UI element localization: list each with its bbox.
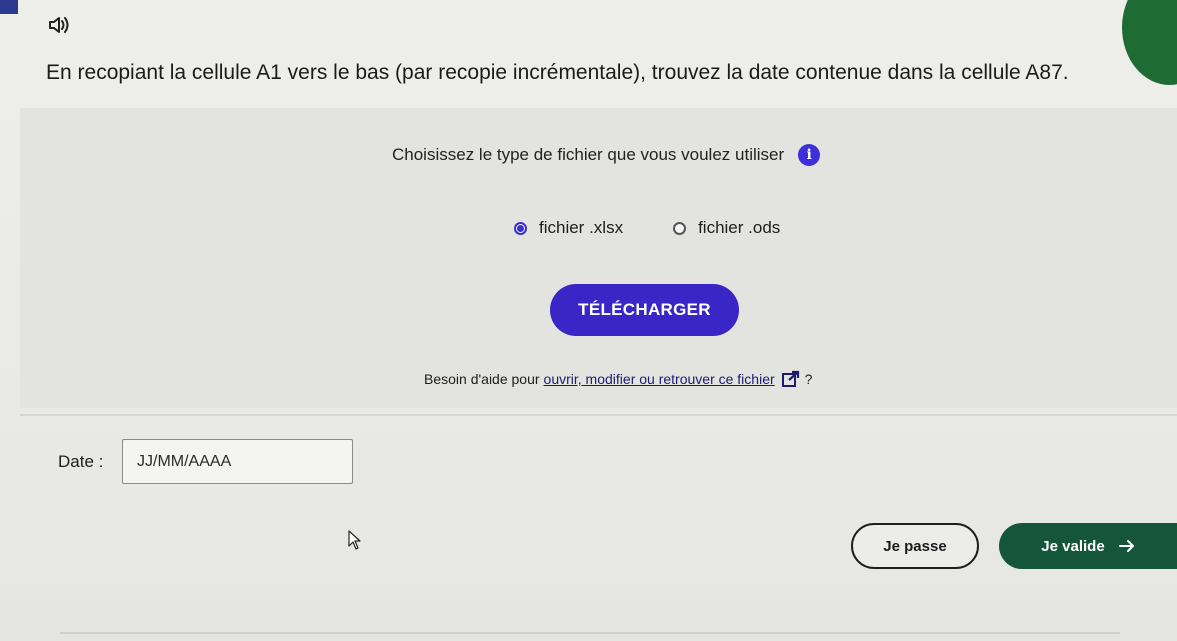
mouse-cursor-icon xyxy=(348,530,361,550)
date-input[interactable] xyxy=(122,439,353,484)
help-link[interactable]: ouvrir, modifier ou retrouver ce fichier xyxy=(544,371,775,387)
validate-button-label: Je valide xyxy=(1041,537,1105,555)
radio-label-xlsx: fichier .xlsx xyxy=(539,218,624,237)
speaker-icon[interactable] xyxy=(46,14,72,36)
bottom-divider xyxy=(60,632,1120,634)
radio-button-xlsx[interactable] xyxy=(514,221,527,235)
help-suffix: ? xyxy=(804,371,813,387)
bottom-strip xyxy=(0,600,1177,641)
date-label: Date : xyxy=(58,452,104,471)
validate-button[interactable]: Je valide xyxy=(999,523,1177,569)
help-prefix: Besoin d'aide pour xyxy=(424,371,540,387)
download-button[interactable]: TÉLÉCHARGER xyxy=(550,284,739,336)
radio-option-ods[interactable]: fichier .ods xyxy=(673,218,780,238)
file-type-prompt-label: Choisissez le type de fichier que vous v… xyxy=(392,145,785,164)
radio-button-ods[interactable] xyxy=(673,221,687,235)
exercise-page: En recopiant la cellule A1 vers le bas (… xyxy=(0,0,1177,641)
top-left-accent xyxy=(0,0,18,14)
help-line: Besoin d'aide pour ouvrir, modifier ou r… xyxy=(424,370,812,388)
file-type-radio-group: fichier .xlsx fichier .ods xyxy=(514,218,780,238)
section-divider xyxy=(20,414,1177,416)
radio-option-xlsx[interactable]: fichier .xlsx xyxy=(514,218,623,238)
info-icon[interactable]: i xyxy=(798,144,821,166)
external-link-icon[interactable] xyxy=(781,370,801,388)
radio-label-ods: fichier .ods xyxy=(698,218,781,237)
arrow-right-icon xyxy=(1118,540,1134,552)
question-text: En recopiant la cellule A1 vers le bas (… xyxy=(46,61,1069,84)
skip-button[interactable]: Je passe xyxy=(851,523,979,569)
file-type-prompt: Choisissez le type de fichier que vous v… xyxy=(392,144,821,166)
